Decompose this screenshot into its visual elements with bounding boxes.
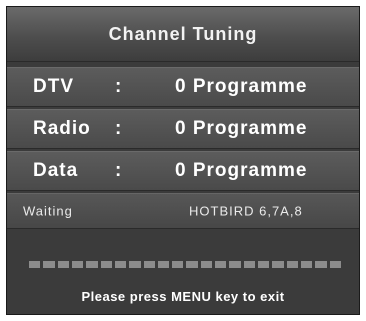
scan-progress-bar <box>29 261 341 268</box>
satellite-name: HOTBIRD 6,7A,8 <box>189 203 303 219</box>
progress-segment <box>172 261 184 268</box>
progress-segment <box>157 261 170 268</box>
dtv-label: DTV <box>33 76 74 97</box>
progress-segment <box>143 261 155 268</box>
progress-segment <box>114 261 127 268</box>
radio-count: 0 Programme <box>175 118 308 139</box>
data-row: Data : 0 Programme <box>7 151 359 191</box>
radio-row: Radio : 0 Programme <box>7 109 359 149</box>
scan-state: Waiting <box>23 203 73 219</box>
dtv-count: 0 Programme <box>175 76 308 97</box>
progress-segment <box>129 261 141 268</box>
scan-status-row: Waiting HOTBIRD 6,7A,8 <box>7 193 359 229</box>
dtv-row: DTV : 0 Programme <box>7 67 359 107</box>
data-label: Data <box>33 160 79 181</box>
progress-segment <box>329 261 341 268</box>
progress-segment <box>243 261 255 268</box>
progress-segment <box>272 261 284 268</box>
progress-segment <box>29 261 41 268</box>
progress-segment <box>86 261 98 268</box>
progress-segment <box>186 261 198 268</box>
progress-segment <box>100 261 112 268</box>
progress-segment <box>57 261 69 268</box>
channel-tuning-dialog: Channel Tuning DTV : 0 Programme Radio :… <box>6 6 360 315</box>
progress-segment <box>229 261 241 268</box>
progress-segment <box>71 261 84 268</box>
dtv-separator: : <box>115 76 123 97</box>
progress-segment <box>286 261 298 268</box>
progress-segment <box>300 261 313 268</box>
data-separator: : <box>115 160 123 181</box>
radio-separator: : <box>115 118 123 139</box>
progress-segment <box>315 261 327 268</box>
progress-segment <box>200 261 213 268</box>
exit-hint: Please press MENU key to exit <box>81 289 285 304</box>
dialog-title: Channel Tuning <box>7 7 359 62</box>
progress-segment <box>258 261 270 268</box>
radio-label: Radio <box>33 118 91 139</box>
progress-segment <box>215 261 227 268</box>
data-count: 0 Programme <box>175 160 308 181</box>
progress-segment <box>43 261 55 268</box>
